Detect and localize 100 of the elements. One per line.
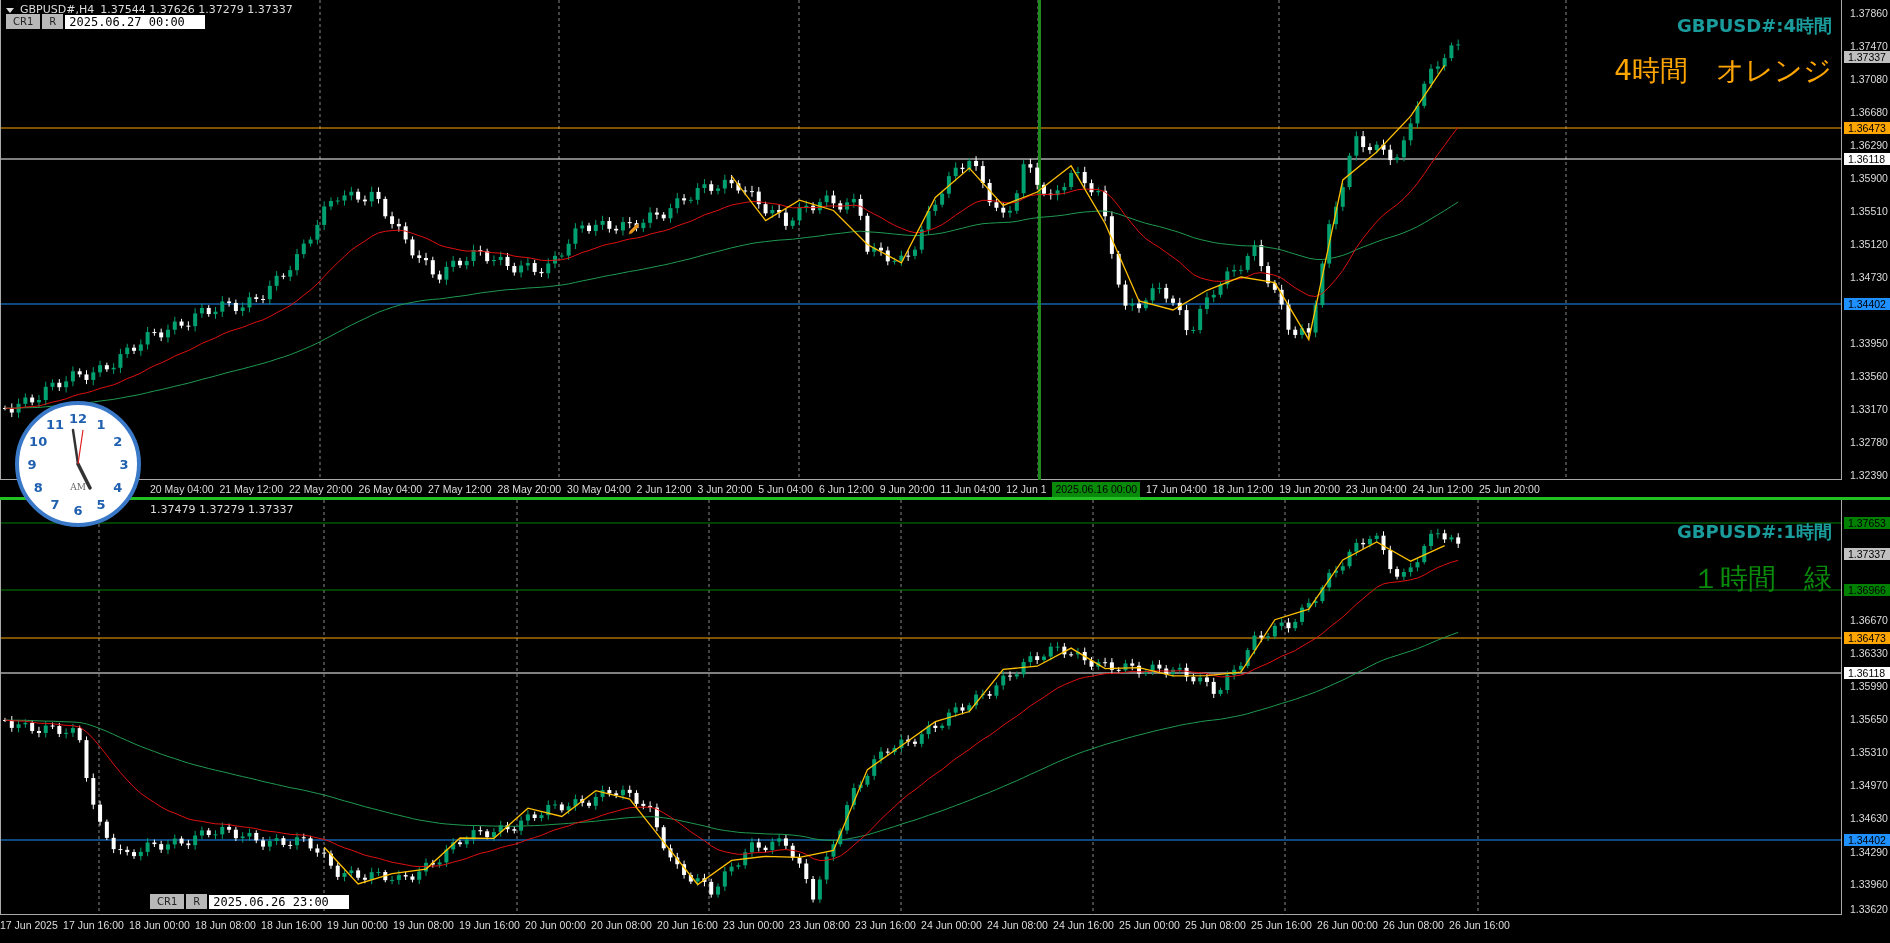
- time-label: 25 Jun 08:00: [1185, 918, 1246, 933]
- time-label: 18 Jun 12:00: [1212, 482, 1274, 497]
- time-label: 19 Jun 16:00: [459, 918, 520, 933]
- time-label: 9 Jun 20:00: [879, 482, 935, 497]
- price-tick-label: 1.33170: [1849, 404, 1889, 415]
- time-label: 28 May 20:00: [497, 482, 562, 497]
- chart-title: GBPUSD#:4時間: [1677, 14, 1832, 38]
- clock-numeral: 11: [45, 417, 65, 433]
- clock-numeral: 10: [29, 434, 48, 449]
- time-label: 23 Jun 00:00: [723, 918, 784, 933]
- time-label: 19 Jun 08:00: [393, 918, 454, 933]
- time-label: 30 May 04:00: [567, 482, 631, 497]
- clock-numeral: 5: [96, 496, 106, 512]
- time-label: 25 Jun 20:00: [1479, 482, 1540, 497]
- time-label: 23 Jun 04:00: [1345, 482, 1407, 497]
- clock-numeral: 12: [68, 411, 88, 426]
- price-tick-label: 1.36330: [1849, 648, 1889, 659]
- chart-title: GBPUSD#:1時間: [1677, 520, 1832, 544]
- price-tick-label: 1.35510: [1849, 206, 1889, 217]
- clock-numeral: 2: [113, 434, 123, 449]
- chart-note: 4時間 オレンジ: [1614, 53, 1832, 89]
- time-label: 23 Jun 08:00: [789, 918, 850, 933]
- time-label: 27 May 12:00: [428, 482, 492, 497]
- time-label: 20 May 04:00: [150, 482, 214, 497]
- price-tick-label: 1.36290: [1849, 140, 1889, 151]
- time-label: 20 Jun 00:00: [525, 918, 586, 933]
- price-tick-label: 1.37080: [1849, 74, 1889, 85]
- price-tick-label: 1.34630: [1849, 813, 1889, 824]
- price-tag: 1.37653: [1844, 517, 1890, 529]
- time-label: 17 Jun 2025: [0, 918, 58, 933]
- time-label: 21 May 12:00: [219, 482, 284, 497]
- price-tick-label: 1.34970: [1849, 780, 1889, 791]
- chart-symbol: GBPUSD#,H4: [20, 2, 95, 17]
- toolbar-button[interactable]: R: [42, 14, 64, 29]
- time-label: 17 Jun 04:00: [1146, 482, 1207, 497]
- price-tick-label: 1.35310: [1849, 747, 1889, 758]
- time-label: 20 Jun 08:00: [591, 918, 652, 933]
- time-label: 18 Jun 16:00: [261, 918, 322, 933]
- price-tick-label: 1.32780: [1849, 437, 1889, 448]
- time-label: 19 Jun 20:00: [1279, 482, 1340, 497]
- time-label: 2 Jun 12:00: [636, 482, 692, 497]
- price-tick-label: 1.36670: [1849, 615, 1889, 626]
- time-label: 18 Jun 08:00: [195, 918, 256, 933]
- time-label: 25 Jun 00:00: [1119, 918, 1180, 933]
- clock-numeral: 9: [27, 457, 37, 472]
- clock-numeral: 6: [73, 503, 83, 518]
- price-tick-label: 1.36680: [1849, 107, 1889, 118]
- toolbar-button[interactable]: R: [186, 894, 208, 909]
- price-tag: 1.34402: [1844, 834, 1890, 846]
- clock-period: AM: [70, 482, 86, 492]
- time-label: 26 Jun 08:00: [1383, 918, 1444, 933]
- crosshair-time-tag: 2025.06.16 00:00: [1052, 482, 1141, 498]
- price-tick-label: 1.35120: [1849, 239, 1889, 250]
- time-label: 18 Jun 00:00: [129, 918, 190, 933]
- price-tick-label: 1.35990: [1849, 681, 1889, 692]
- date-field[interactable]: 2025.06.27 00:00: [65, 14, 206, 29]
- time-label: 26 Jun 00:00: [1317, 918, 1378, 933]
- price-tick-label: 1.37860: [1849, 8, 1889, 19]
- clock-numeral: 3: [119, 457, 129, 472]
- time-label: 6 Jun 12:00: [818, 482, 874, 497]
- price-tag: 1.36118: [1844, 153, 1890, 165]
- date-field[interactable]: 2025.06.26 23:00: [209, 894, 350, 909]
- clock-numeral: 8: [33, 480, 43, 495]
- time-label: 11 Jun 04:00: [940, 482, 1001, 497]
- toolbar-button[interactable]: CR1: [6, 14, 41, 29]
- price-tick-label: 1.37470: [1849, 41, 1889, 52]
- time-label: 24 Jun 16:00: [1053, 918, 1114, 933]
- price-tag: 1.36966: [1844, 584, 1890, 596]
- price-tick-label: 1.34290: [1849, 847, 1889, 858]
- time-label: 3 Jun 20:00: [697, 482, 753, 497]
- price-tick-label: 1.34730: [1849, 272, 1889, 283]
- clock-numeral: 7: [50, 496, 60, 512]
- time-label: 22 May 20:00: [289, 482, 353, 497]
- price-tag: 1.37337: [1844, 51, 1890, 63]
- time-label: 5 Jun 04:00: [758, 482, 814, 497]
- time-label: 26 Jun 16:00: [1449, 918, 1510, 933]
- clock-numeral: 1: [96, 417, 106, 433]
- time-label: 20 Jun 16:00: [657, 918, 718, 933]
- price-tag: 1.36473: [1844, 632, 1890, 644]
- time-label: 26 May 04:00: [358, 482, 423, 497]
- price-tick-label: 1.33620: [1849, 904, 1889, 915]
- price-tag: 1.37337: [1844, 548, 1890, 560]
- toolbar-button[interactable]: CR1: [150, 894, 185, 909]
- time-label: 19 Jun 00:00: [327, 918, 388, 933]
- price-tick-label: 1.35900: [1849, 173, 1889, 184]
- time-label: 25 Jun 16:00: [1251, 918, 1312, 933]
- time-label: 24 Jun 12:00: [1412, 482, 1474, 497]
- price-tick-label: 1.32390: [1849, 470, 1889, 481]
- time-label: 23 Jun 16:00: [855, 918, 916, 933]
- time-label: 24 Jun 00:00: [921, 918, 982, 933]
- price-tag: 1.36118: [1844, 667, 1890, 679]
- price-tag: 1.34402: [1844, 298, 1890, 310]
- price-tick-label: 1.33950: [1849, 338, 1889, 349]
- price-tag: 1.36473: [1844, 122, 1890, 134]
- ohlc-values: 1.37479 1.37279 1.37337: [150, 502, 294, 518]
- price-tick-label: 1.33560: [1849, 371, 1889, 382]
- time-label: 24 Jun 08:00: [987, 918, 1048, 933]
- ohlc-values: 1.37544 1.37626 1.37279 1.37337: [100, 2, 293, 17]
- price-tick-label: 1.33960: [1849, 879, 1889, 890]
- clock-numeral: 4: [113, 480, 123, 495]
